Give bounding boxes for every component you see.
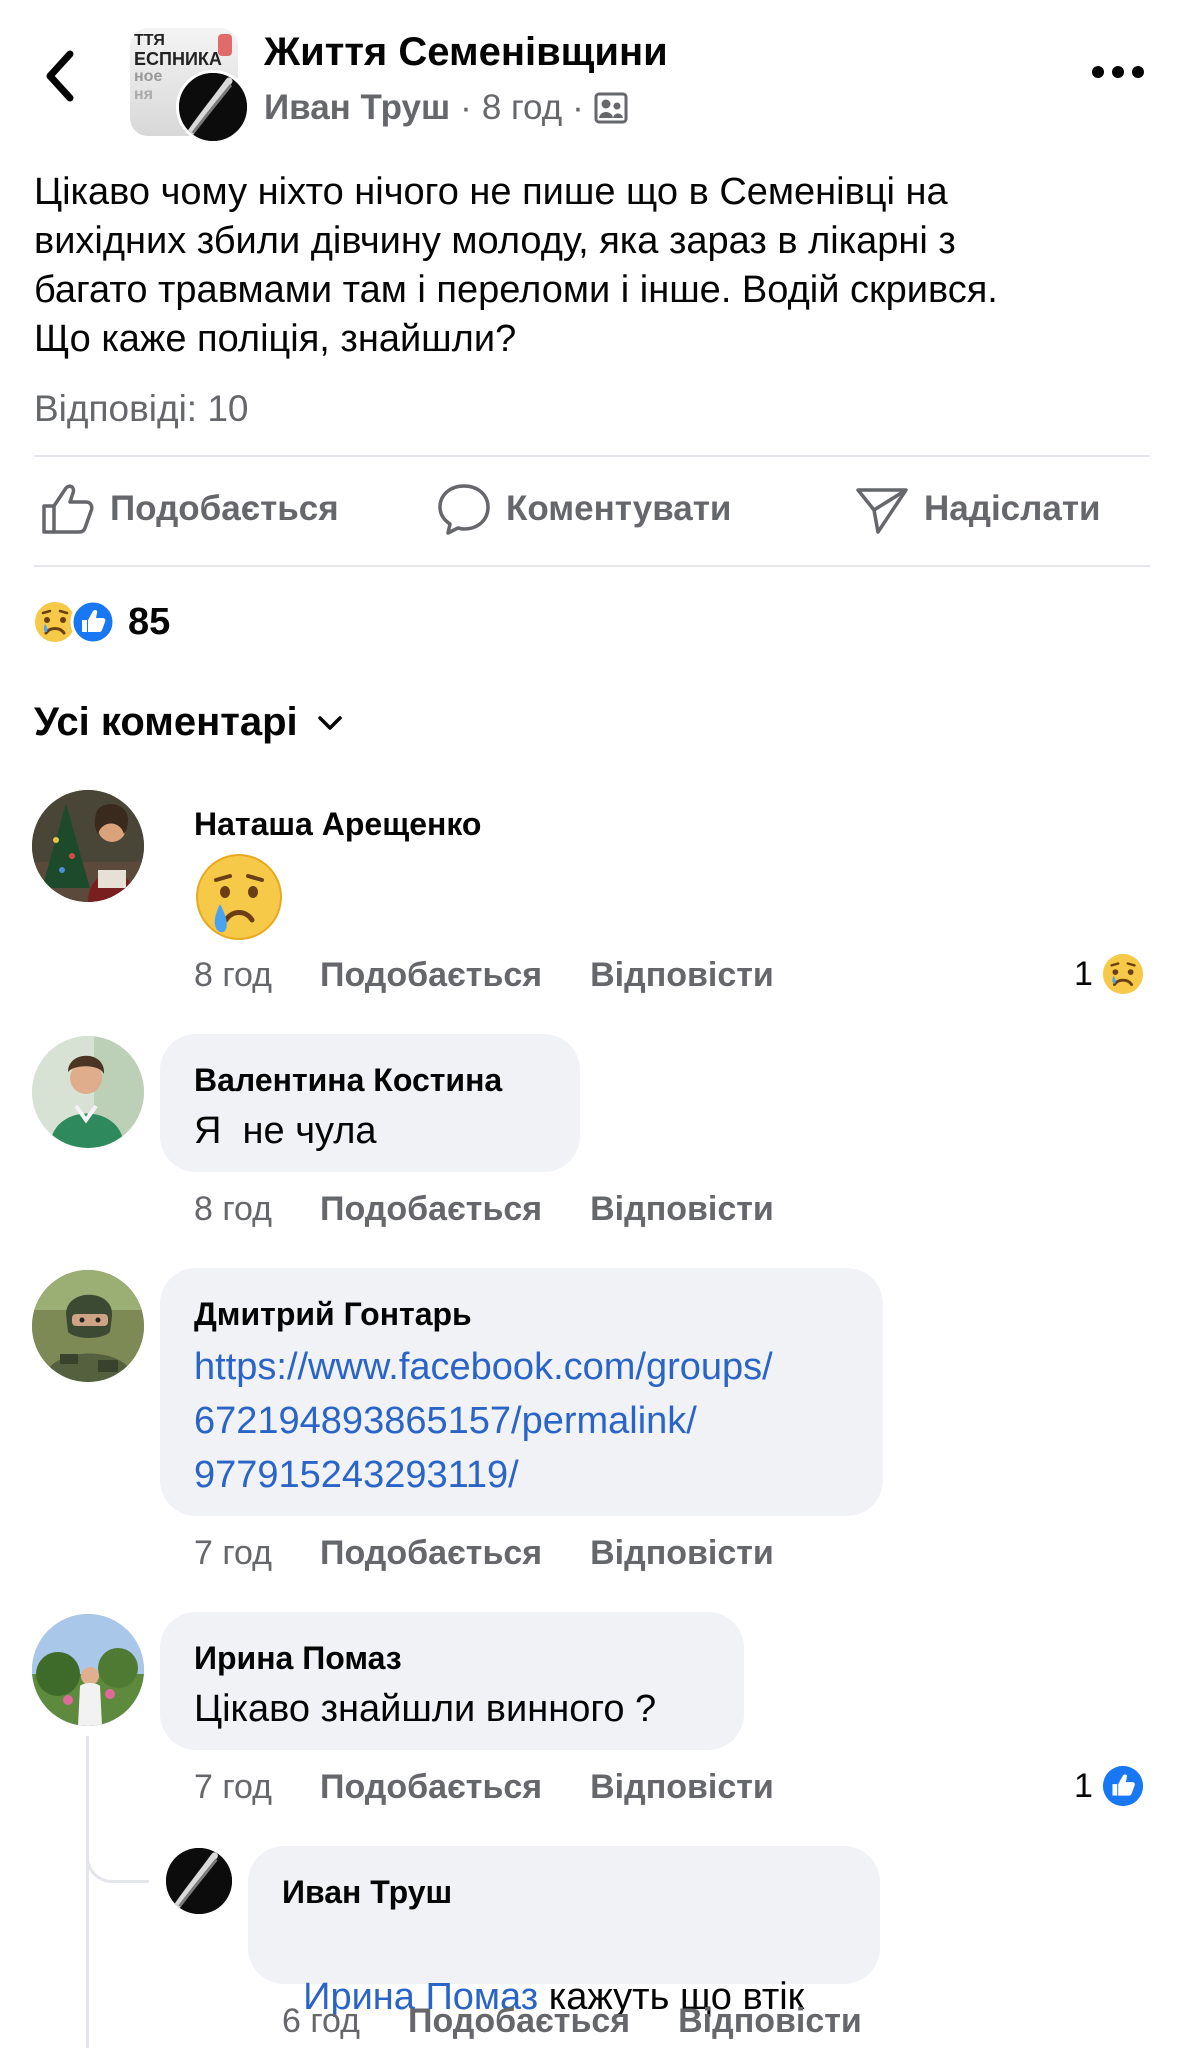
post-meta: Иван Труш · 8 год · xyxy=(264,88,628,128)
like-reaction-icon xyxy=(1102,1765,1144,1807)
comment-like-button[interactable]: Подобається xyxy=(320,1534,542,1573)
divider-bottom xyxy=(34,565,1150,567)
reply-like-button[interactable]: Подобається xyxy=(408,2002,630,2041)
like-label: Подобається xyxy=(110,489,339,528)
like-reaction-icon xyxy=(70,599,116,645)
replies-count[interactable]: Відповіді: 10 xyxy=(34,388,249,430)
avatar-photo-tree xyxy=(32,790,144,902)
post-author[interactable]: Иван Труш xyxy=(264,88,450,128)
divider-top xyxy=(34,455,1150,457)
comment-meta: 8 год Подобається Відповісти xyxy=(194,956,774,995)
group-members-icon xyxy=(594,92,628,124)
comment-meta: 8 год Подобається Відповісти xyxy=(194,1190,774,1229)
commenter-name[interactable]: Ирина Помаз xyxy=(194,1640,402,1677)
comments-filter[interactable]: Усі коментарі xyxy=(34,700,344,745)
avatar-streak-image xyxy=(179,73,247,141)
share-button[interactable]: Надіслати xyxy=(854,482,1101,536)
comment-like-button[interactable]: Подобається xyxy=(320,1768,542,1807)
comment-reactions[interactable]: 1 xyxy=(1074,952,1145,996)
thread-connector xyxy=(86,1736,89,2048)
commenter-avatar[interactable] xyxy=(32,1614,144,1726)
send-icon xyxy=(856,488,908,534)
thread-branch xyxy=(86,1846,149,1883)
avatar-photo-soldier xyxy=(32,1270,144,1382)
comment-link-line: https://www.facebook.com/groups/ xyxy=(194,1346,773,1388)
more-options-button[interactable] xyxy=(1090,64,1150,84)
comment-reply-button[interactable]: Відповісти xyxy=(590,1768,774,1807)
commenter-avatar[interactable] xyxy=(32,790,144,902)
comments-filter-label: Усі коментарі xyxy=(34,700,298,744)
thumbs-up-icon xyxy=(42,484,94,534)
post-line: вихідних збили дівчину молоду, яка зараз… xyxy=(34,220,956,262)
comment-reply-button[interactable]: Відповісти xyxy=(590,956,774,995)
comment-link[interactable]: https://www.facebook.com/groups/ 6721948… xyxy=(194,1340,773,1502)
avatar-photo-garden xyxy=(32,1614,144,1726)
commenter-name[interactable]: Наташа Арещенко xyxy=(194,806,481,843)
chevron-left-icon xyxy=(46,50,74,102)
reply-author-name[interactable]: Иван Труш xyxy=(282,1874,452,1911)
reply-reply-button[interactable]: Відповісти xyxy=(678,2002,862,2041)
like-button[interactable]: Подобається xyxy=(40,482,339,536)
avatar-streak-image xyxy=(166,1848,232,1914)
commenter-name[interactable]: Валентина Костина xyxy=(194,1062,502,1099)
comment-emoji xyxy=(194,852,284,942)
share-label: Надіслати xyxy=(924,489,1101,528)
comment-text: Я не чула xyxy=(194,1110,377,1152)
post-body: Цікаво чому ніхто нічого не пише що в Се… xyxy=(34,168,998,364)
post-line: Що каже поліція, знайшли? xyxy=(34,318,517,360)
commenter-name[interactable]: Дмитрий Гонтарь xyxy=(194,1296,472,1333)
comment-label: Коментувати xyxy=(506,489,732,528)
post-line: Цікаво чому ніхто нічого не пише що в Се… xyxy=(34,171,948,213)
meta-separator: · xyxy=(572,88,584,127)
comment-like-button[interactable]: Подобається xyxy=(320,1190,542,1229)
post-time[interactable]: 8 год xyxy=(482,88,562,128)
author-avatar-small[interactable] xyxy=(176,70,250,144)
comment-like-button[interactable]: Подобається xyxy=(320,956,542,995)
commenter-avatar[interactable] xyxy=(32,1036,144,1148)
comment-time[interactable]: 8 год xyxy=(194,956,272,995)
comment-reaction-count: 1 xyxy=(1074,1766,1093,1805)
reactions-count: 85 xyxy=(128,600,171,643)
chevron-down-icon xyxy=(317,715,342,730)
group-name[interactable]: Життя Семенівщини xyxy=(264,30,668,75)
crying-face-icon xyxy=(196,854,282,940)
comment-meta: 7 год Подобається Відповісти xyxy=(194,1768,774,1807)
comment-reply-button[interactable]: Відповісти xyxy=(590,1534,774,1573)
sad-reaction-icon xyxy=(1102,953,1144,995)
post-line: багато травмами там і переломи і інше. В… xyxy=(34,269,998,311)
reply-avatar[interactable] xyxy=(166,1848,232,1914)
comment-button[interactable]: Коментувати xyxy=(436,482,731,536)
comment-text: Цікаво знайшли винного ? xyxy=(194,1688,657,1730)
more-horizontal-icon xyxy=(1092,66,1144,78)
comment-reactions[interactable]: 1 xyxy=(1074,1764,1145,1808)
comment-meta: 7 год Подобається Відповісти xyxy=(194,1534,774,1573)
comment-reply-button[interactable]: Відповісти xyxy=(590,1190,774,1229)
comment-reaction-count: 1 xyxy=(1074,954,1093,993)
comment-time[interactable]: 7 год xyxy=(194,1534,272,1573)
comment-time[interactable]: 8 год xyxy=(194,1190,272,1229)
reply-meta: 6 год Подобається Відповісти xyxy=(282,2002,862,2041)
avatar-photo-woman xyxy=(32,1036,144,1148)
back-button[interactable] xyxy=(40,48,90,108)
meta-separator: · xyxy=(460,88,472,127)
reply-time[interactable]: 6 год xyxy=(282,2002,360,2041)
commenter-avatar[interactable] xyxy=(32,1270,144,1382)
comment-time[interactable]: 7 год xyxy=(194,1768,272,1807)
comment-bubble-icon xyxy=(438,484,490,535)
reactions-summary[interactable]: 85 xyxy=(32,598,170,646)
comment-link-line: 977915243293119/ xyxy=(194,1454,519,1496)
comment-link-line: 672194893865157/permalink/ xyxy=(194,1400,697,1442)
